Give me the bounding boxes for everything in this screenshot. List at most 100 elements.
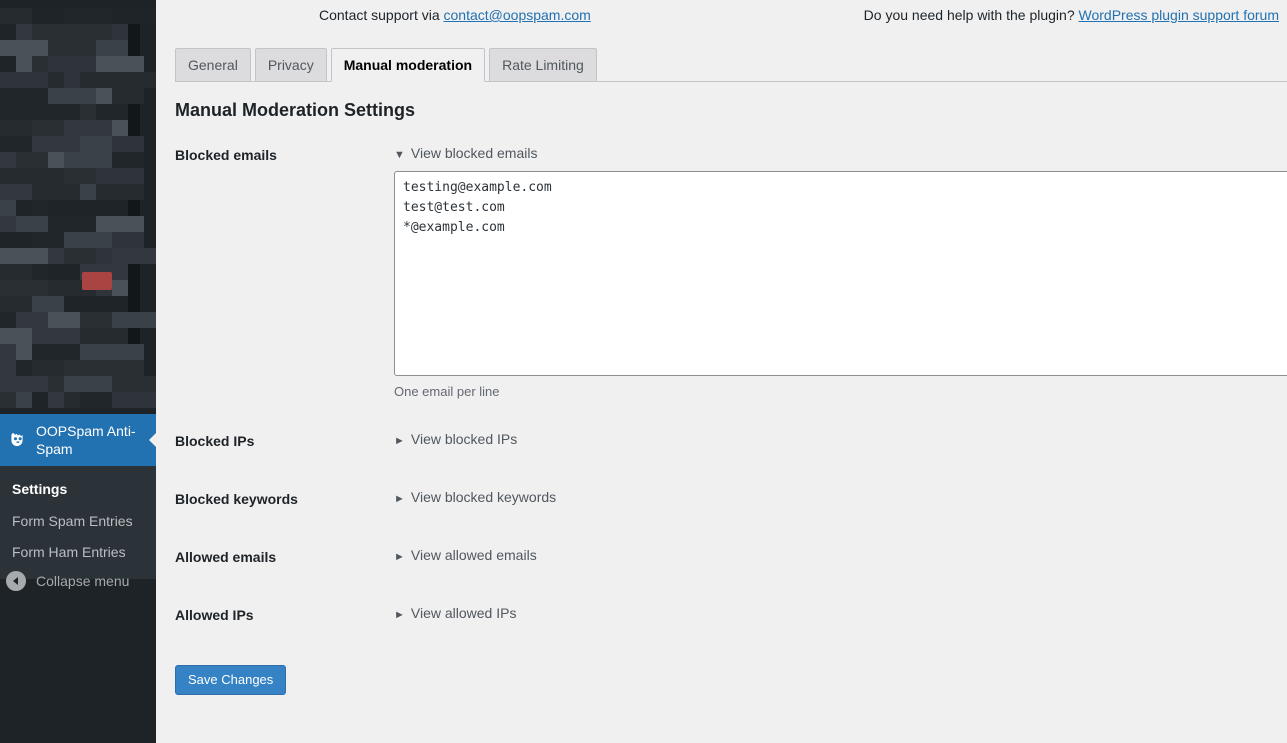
toggle-label: View allowed IPs: [410, 605, 517, 621]
redacted-block: [0, 104, 48, 120]
redacted-block: [0, 88, 48, 104]
redacted-block: [0, 24, 16, 40]
chevron-right-icon: ►: [394, 435, 405, 447]
redacted-block: [96, 360, 144, 376]
sidebar-submenu: Settings Form Spam Entries Form Ham Entrie…: [0, 466, 156, 579]
redacted-block: [64, 88, 96, 104]
redacted-block: [32, 8, 64, 24]
setting-row-field: ► View blocked keywords: [394, 489, 1287, 507]
tab-manual-moderation[interactable]: Manual moderation: [330, 48, 486, 82]
redacted-block: [64, 376, 112, 392]
setting-row-field: ► View allowed IPs: [394, 605, 1287, 623]
settings-content: Manual Moderation Settings Blocked email…: [175, 92, 1287, 743]
update-count-badge: [82, 272, 112, 290]
collapse-menu-label: Collapse menu: [36, 573, 130, 589]
redacted-block: [48, 312, 80, 328]
chevron-right-icon: ►: [394, 609, 405, 621]
redacted-block: [0, 200, 16, 216]
settings-form-table: Blocked emails ▼ View blocked emails One em…: [175, 145, 1287, 635]
toggle-view-allowed-ips[interactable]: ► View allowed IPs: [394, 605, 516, 621]
sidebar-submenu-item-settings[interactable]: Settings: [0, 474, 156, 506]
redacted-block: [32, 232, 64, 248]
redacted-block: [96, 56, 144, 72]
toggle-view-blocked-keywords[interactable]: ► View blocked keywords: [394, 489, 556, 505]
sidebar-submenu-item-form-spam-entries[interactable]: Form Spam Entries: [0, 506, 156, 538]
admin-sidebar: OOPSpam Anti-Spam Settings Form Spam Entr…: [0, 0, 156, 743]
redacted-block: [0, 40, 48, 56]
redacted-block: [16, 344, 32, 360]
redacted-block: [0, 168, 16, 184]
redacted-block: [0, 376, 48, 392]
redacted-block: [0, 72, 48, 88]
toggle-view-blocked-ips[interactable]: ► View blocked IPs: [394, 431, 517, 447]
redacted-block: [48, 152, 64, 168]
redacted-block: [0, 152, 16, 168]
setting-row: Allowed emails ► View allowed emails: [175, 547, 1287, 577]
redacted-block: [96, 296, 128, 312]
redacted-block: [48, 376, 64, 392]
redacted-block: [112, 312, 156, 328]
chevron-down-icon: ▼: [394, 149, 405, 161]
toggle-view-blocked-emails[interactable]: ▼ View blocked emails: [394, 145, 537, 161]
setting-row-field: ► View allowed emails: [394, 547, 1287, 565]
redacted-block: [32, 120, 64, 136]
redacted-block: [0, 280, 48, 296]
redacted-block: [80, 344, 96, 360]
redacted-menu-region: [0, 0, 156, 412]
tab-general[interactable]: General: [175, 48, 251, 81]
redacted-block: [64, 72, 80, 88]
collapse-menu-button[interactable]: Collapse menu: [0, 566, 156, 596]
redacted-block: [32, 296, 64, 312]
redacted-block: [112, 392, 156, 408]
redacted-block: [32, 136, 80, 152]
redacted-block: [0, 264, 32, 280]
redacted-block: [96, 104, 128, 120]
sidebar-submenu-item-form-ham-entries[interactable]: Form Ham Entries: [0, 537, 156, 569]
tab-privacy[interactable]: Privacy: [254, 48, 327, 81]
setting-row: Allowed IPs ► View allowed IPs: [175, 605, 1287, 635]
page-title: Manual Moderation Settings: [175, 100, 416, 120]
redacted-block: [48, 264, 80, 280]
redacted-block: [48, 88, 64, 104]
submit-area: Save Changes: [175, 665, 1287, 696]
redacted-block: [80, 104, 96, 120]
redacted-block: [16, 392, 32, 408]
redacted-block: [64, 392, 80, 408]
redacted-block: [80, 392, 112, 408]
redacted-block: [32, 200, 48, 216]
setting-row-label: Allowed emails: [175, 549, 277, 565]
redacted-block: [16, 360, 32, 376]
redacted-block: [64, 232, 112, 248]
redacted-block: [0, 328, 32, 344]
setting-row-label: Blocked keywords: [175, 491, 298, 507]
redacted-block: [16, 312, 48, 328]
sidebar-item-oopspam[interactable]: OOPSpam Anti-Spam: [0, 414, 156, 466]
redacted-block: [64, 248, 96, 264]
redacted-block: [96, 216, 144, 232]
save-changes-button[interactable]: Save Changes: [175, 665, 287, 696]
redacted-block: [32, 392, 48, 408]
redacted-block: [64, 360, 96, 376]
toggle-view-allowed-emails[interactable]: ► View allowed emails: [394, 547, 537, 563]
redacted-block: [96, 184, 144, 200]
field-description: One email per line: [394, 384, 500, 399]
setting-row-field: ▼ View blocked emails One email per line: [394, 145, 1287, 399]
support-header: Contact support via contact@oopspam.com …: [156, 0, 1287, 32]
redacted-block: [64, 168, 96, 184]
toggle-label: View blocked emails: [410, 145, 538, 161]
oopspam-ghost-icon: [8, 430, 28, 450]
sidebar-active-arrow: [149, 432, 156, 448]
blocked-emails-textarea[interactable]: [394, 171, 1287, 376]
redacted-block: [112, 88, 144, 104]
main-content-area: Contact support via contact@oopspam.com …: [156, 0, 1287, 743]
redacted-block: [80, 184, 96, 200]
tab-rate-limiting[interactable]: Rate Limiting: [489, 48, 597, 81]
redacted-block: [16, 216, 48, 232]
redacted-block: [48, 104, 80, 120]
support-forum-link[interactable]: WordPress plugin support forum: [1079, 7, 1280, 23]
redacted-block: [64, 152, 112, 168]
redacted-block: [0, 232, 32, 248]
contact-support-link[interactable]: contact@oopspam.com: [444, 7, 591, 23]
plugin-help-text: Do you need help with the plugin? WordPr…: [864, 7, 1279, 23]
redacted-block: [0, 8, 32, 24]
